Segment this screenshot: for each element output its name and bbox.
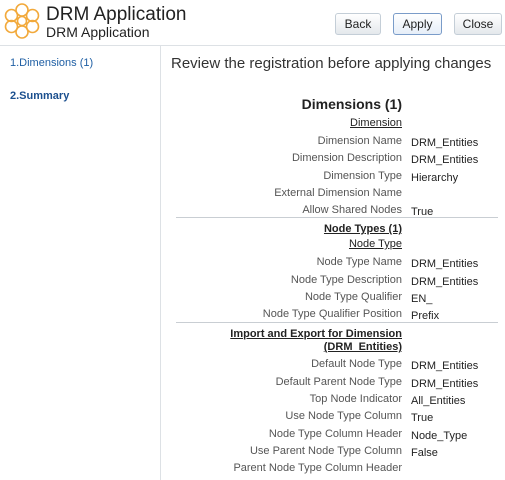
field-label: Node Type Name [316,256,402,268]
field-label: Dimension Description [291,152,402,164]
sidebar-item-dimensions[interactable]: 1.Dimensions (1) [10,57,93,69]
field-value: DRM_Entities [411,276,479,288]
field-value: EN_ [411,293,433,305]
field-value: True [411,412,434,424]
node-types-title: Node Types (1) [323,223,402,235]
field-value: DRM_Entities [411,360,479,372]
field-label: Node Type Description [290,274,402,286]
sidebar-item-summary[interactable]: 2.Summary [10,90,69,102]
app-title: DRM Application [46,4,187,25]
field-label: Dimension Name [317,135,402,147]
field-value: Hierarchy [411,172,459,184]
field-label: Default Node Type [311,358,402,370]
field-label: Use Parent Node Type Column [249,445,402,457]
field-value: False [411,447,438,459]
field-label: Parent Node Type Column Header [233,462,402,474]
field-label: Default Parent Node Type [275,376,402,388]
section-divider [176,322,498,323]
field-label: Node Type Column Header [268,428,402,440]
field-value: DRM_Entities [411,137,479,149]
app-subtitle: DRM Application [46,24,150,40]
summary-panel: Review the registration before applying … [162,46,505,480]
back-button[interactable]: Back [335,13,381,35]
field-label: Node Type Qualifier [304,291,402,303]
import-export-title-line1: Import and Export for Dimension [230,328,402,340]
field-label: Use Node Type Column [285,410,402,422]
apply-button[interactable]: Apply [393,13,442,35]
field-value: Prefix [411,310,440,322]
field-label: Node Type Qualifier Position [262,308,402,320]
flower-logo-icon [4,3,40,39]
app-header: DRM Application DRM Application Back App… [0,0,505,45]
field-label: Dimension Type [323,170,402,182]
section-divider [176,217,498,218]
dimension-subheading: Dimension [350,117,402,129]
field-value: All_Entities [411,395,466,407]
close-button[interactable]: Close [454,13,502,35]
field-label: Top Node Indicator [309,393,402,405]
field-value: DRM_Entities [411,378,479,390]
wizard-sidebar: 1.Dimensions (1) 2.Summary [0,46,161,480]
field-value: Node_Type [411,430,468,442]
field-label: External Dimension Name [274,187,402,199]
page-title: Review the registration before applying … [171,55,492,72]
field-value: DRM_Entities [411,154,479,166]
node-type-subheading: Node Type [348,238,402,250]
field-label: Allow Shared Nodes [302,204,402,216]
field-value: DRM_Entities [411,258,479,270]
dimensions-section-title: Dimensions (1) [301,96,402,112]
import-export-title-line2: (DRM_Entities) [323,341,402,353]
